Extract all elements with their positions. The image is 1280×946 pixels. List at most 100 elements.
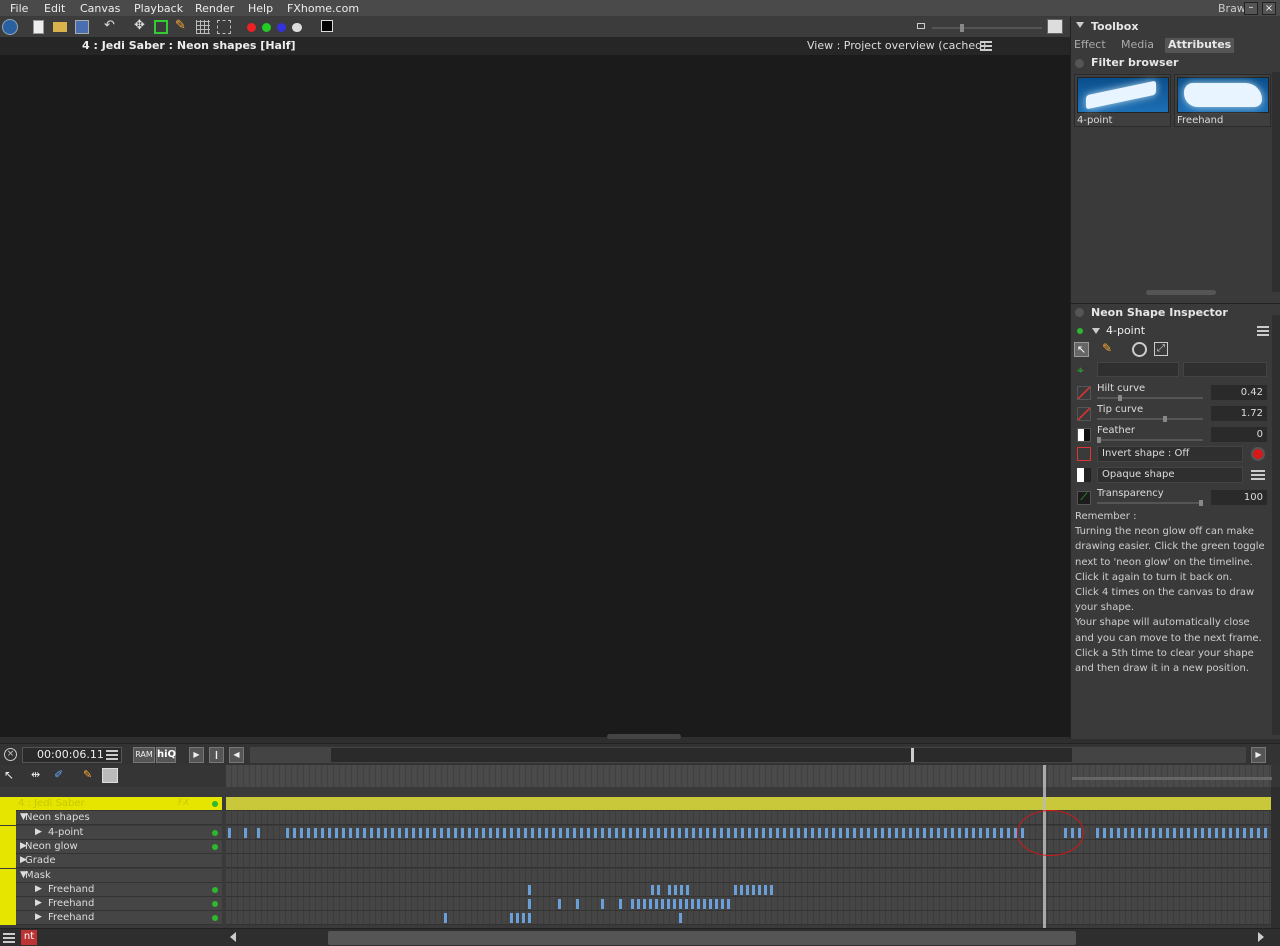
keyframe[interactable] bbox=[433, 827, 436, 838]
save-icon[interactable] bbox=[75, 20, 89, 34]
layer-clip[interactable] bbox=[226, 797, 1271, 811]
track-lane[interactable] bbox=[226, 825, 1274, 840]
invert-shape-toggle[interactable]: Invert shape : Off bbox=[1097, 446, 1243, 462]
keyframe[interactable] bbox=[804, 827, 807, 838]
keyframe[interactable] bbox=[832, 827, 835, 838]
expand-arrow-icon[interactable]: ▶ bbox=[35, 912, 42, 922]
track-grade[interactable]: ▶ Grade bbox=[0, 854, 222, 869]
keyframe[interactable] bbox=[398, 827, 401, 838]
keyframe[interactable] bbox=[703, 899, 706, 910]
keyframe[interactable] bbox=[1166, 827, 1169, 838]
keyframe[interactable] bbox=[356, 827, 359, 838]
playhead-marker[interactable] bbox=[911, 748, 914, 762]
menu-help[interactable]: Help bbox=[248, 2, 273, 15]
keyframe[interactable] bbox=[573, 827, 576, 838]
keyframe[interactable] bbox=[888, 827, 891, 838]
draw-tool-icon[interactable]: ✎ bbox=[1102, 342, 1117, 357]
open-folder-icon[interactable] bbox=[53, 22, 67, 32]
new-file-icon[interactable] bbox=[33, 20, 44, 34]
keyframe[interactable] bbox=[651, 884, 654, 895]
next-frame-icon[interactable]: ▶ bbox=[1251, 747, 1266, 763]
keyframe[interactable] bbox=[1208, 827, 1211, 838]
keyframe[interactable] bbox=[1117, 827, 1120, 838]
keyframe[interactable] bbox=[516, 913, 519, 924]
keyframe[interactable] bbox=[853, 827, 856, 838]
track-lane[interactable] bbox=[226, 854, 1271, 869]
status-label[interactable]: nt bbox=[21, 930, 37, 945]
keyframe[interactable] bbox=[257, 827, 260, 838]
keyframe[interactable] bbox=[629, 827, 632, 838]
keyframe[interactable] bbox=[426, 827, 429, 838]
green-channel-icon[interactable] bbox=[262, 23, 271, 32]
keyframe[interactable] bbox=[965, 827, 968, 838]
keyframe[interactable] bbox=[454, 827, 457, 838]
keyframe[interactable] bbox=[1096, 827, 1099, 838]
keyframe[interactable] bbox=[909, 827, 912, 838]
keyframe[interactable] bbox=[412, 827, 415, 838]
keyframe[interactable] bbox=[679, 899, 682, 910]
keyframe[interactable] bbox=[300, 827, 303, 838]
minimize-button[interactable]: – bbox=[1244, 2, 1258, 15]
close-timeline-icon[interactable]: × bbox=[4, 748, 17, 761]
viewer-canvas[interactable] bbox=[0, 55, 1070, 739]
keyframe[interactable] bbox=[709, 899, 712, 910]
keyframe[interactable] bbox=[384, 827, 387, 838]
select-tool-icon[interactable]: ↖ bbox=[1074, 342, 1089, 357]
alpha-channel-icon[interactable] bbox=[292, 23, 302, 32]
keyframe[interactable] bbox=[1257, 827, 1260, 838]
keyframe[interactable] bbox=[748, 827, 751, 838]
keyframe[interactable] bbox=[762, 827, 765, 838]
scrub-bar[interactable] bbox=[250, 747, 1246, 763]
keyframe[interactable] bbox=[335, 827, 338, 838]
keyframe[interactable] bbox=[649, 899, 652, 910]
keyframe[interactable] bbox=[664, 827, 667, 838]
opaque-menu-icon[interactable] bbox=[1251, 469, 1265, 480]
keyframe[interactable] bbox=[1222, 827, 1225, 838]
keyframe[interactable] bbox=[895, 827, 898, 838]
keyframe[interactable] bbox=[1000, 827, 1003, 838]
tab-effect[interactable]: Effect bbox=[1071, 38, 1109, 53]
zoom-slider[interactable] bbox=[932, 24, 1042, 32]
keyframe[interactable] bbox=[475, 827, 478, 838]
tracks-scrollbar[interactable] bbox=[1271, 787, 1280, 928]
keyframe[interactable] bbox=[764, 884, 767, 895]
keyframe[interactable] bbox=[951, 827, 954, 838]
track-lane[interactable] bbox=[226, 839, 1271, 854]
keyframe[interactable] bbox=[517, 827, 520, 838]
keyframe[interactable] bbox=[307, 827, 310, 838]
keyframe[interactable] bbox=[674, 884, 677, 895]
keyframe[interactable] bbox=[727, 827, 730, 838]
keyframe[interactable] bbox=[769, 827, 772, 838]
inspector-toggle[interactable] bbox=[1075, 308, 1084, 317]
step-frame-icon[interactable]: ❙ bbox=[209, 747, 224, 763]
keyframe[interactable] bbox=[937, 827, 940, 838]
keyframe[interactable] bbox=[228, 827, 231, 838]
keyframe[interactable] bbox=[601, 899, 604, 910]
tab-media[interactable]: Media bbox=[1118, 38, 1157, 53]
transparency-value[interactable]: 100 bbox=[1211, 490, 1267, 505]
track-visibility-toggle[interactable] bbox=[212, 886, 218, 893]
keyframe[interactable] bbox=[986, 827, 989, 838]
keyframe[interactable] bbox=[720, 827, 723, 838]
expand-arrow-icon[interactable]: ▶ bbox=[35, 884, 42, 894]
keyframe[interactable] bbox=[839, 827, 842, 838]
keyframe[interactable] bbox=[482, 827, 485, 838]
keyframe[interactable] bbox=[657, 827, 660, 838]
track-lane[interactable] bbox=[226, 868, 1271, 883]
keyframe[interactable] bbox=[657, 884, 660, 895]
keyframe[interactable] bbox=[314, 827, 317, 838]
rectangle-tool-icon[interactable] bbox=[154, 20, 168, 34]
background-color-icon[interactable] bbox=[321, 20, 333, 32]
keyframe[interactable] bbox=[746, 884, 749, 895]
record-keyframe-icon[interactable] bbox=[1251, 447, 1265, 461]
track-4-point[interactable]: ▶ 4-point bbox=[0, 825, 222, 840]
panel-resize-handle[interactable] bbox=[1146, 290, 1216, 295]
menu-render[interactable]: Render bbox=[195, 2, 234, 15]
keyframe[interactable] bbox=[867, 827, 870, 838]
rotate-tool-icon[interactable] bbox=[1132, 342, 1147, 357]
track-neon-shapes[interactable]: ▼ Neon shapes bbox=[0, 811, 222, 826]
keyframe[interactable] bbox=[972, 827, 975, 838]
keyframe[interactable] bbox=[576, 899, 579, 910]
keyframe[interactable] bbox=[713, 827, 716, 838]
keyframe[interactable] bbox=[522, 913, 525, 924]
